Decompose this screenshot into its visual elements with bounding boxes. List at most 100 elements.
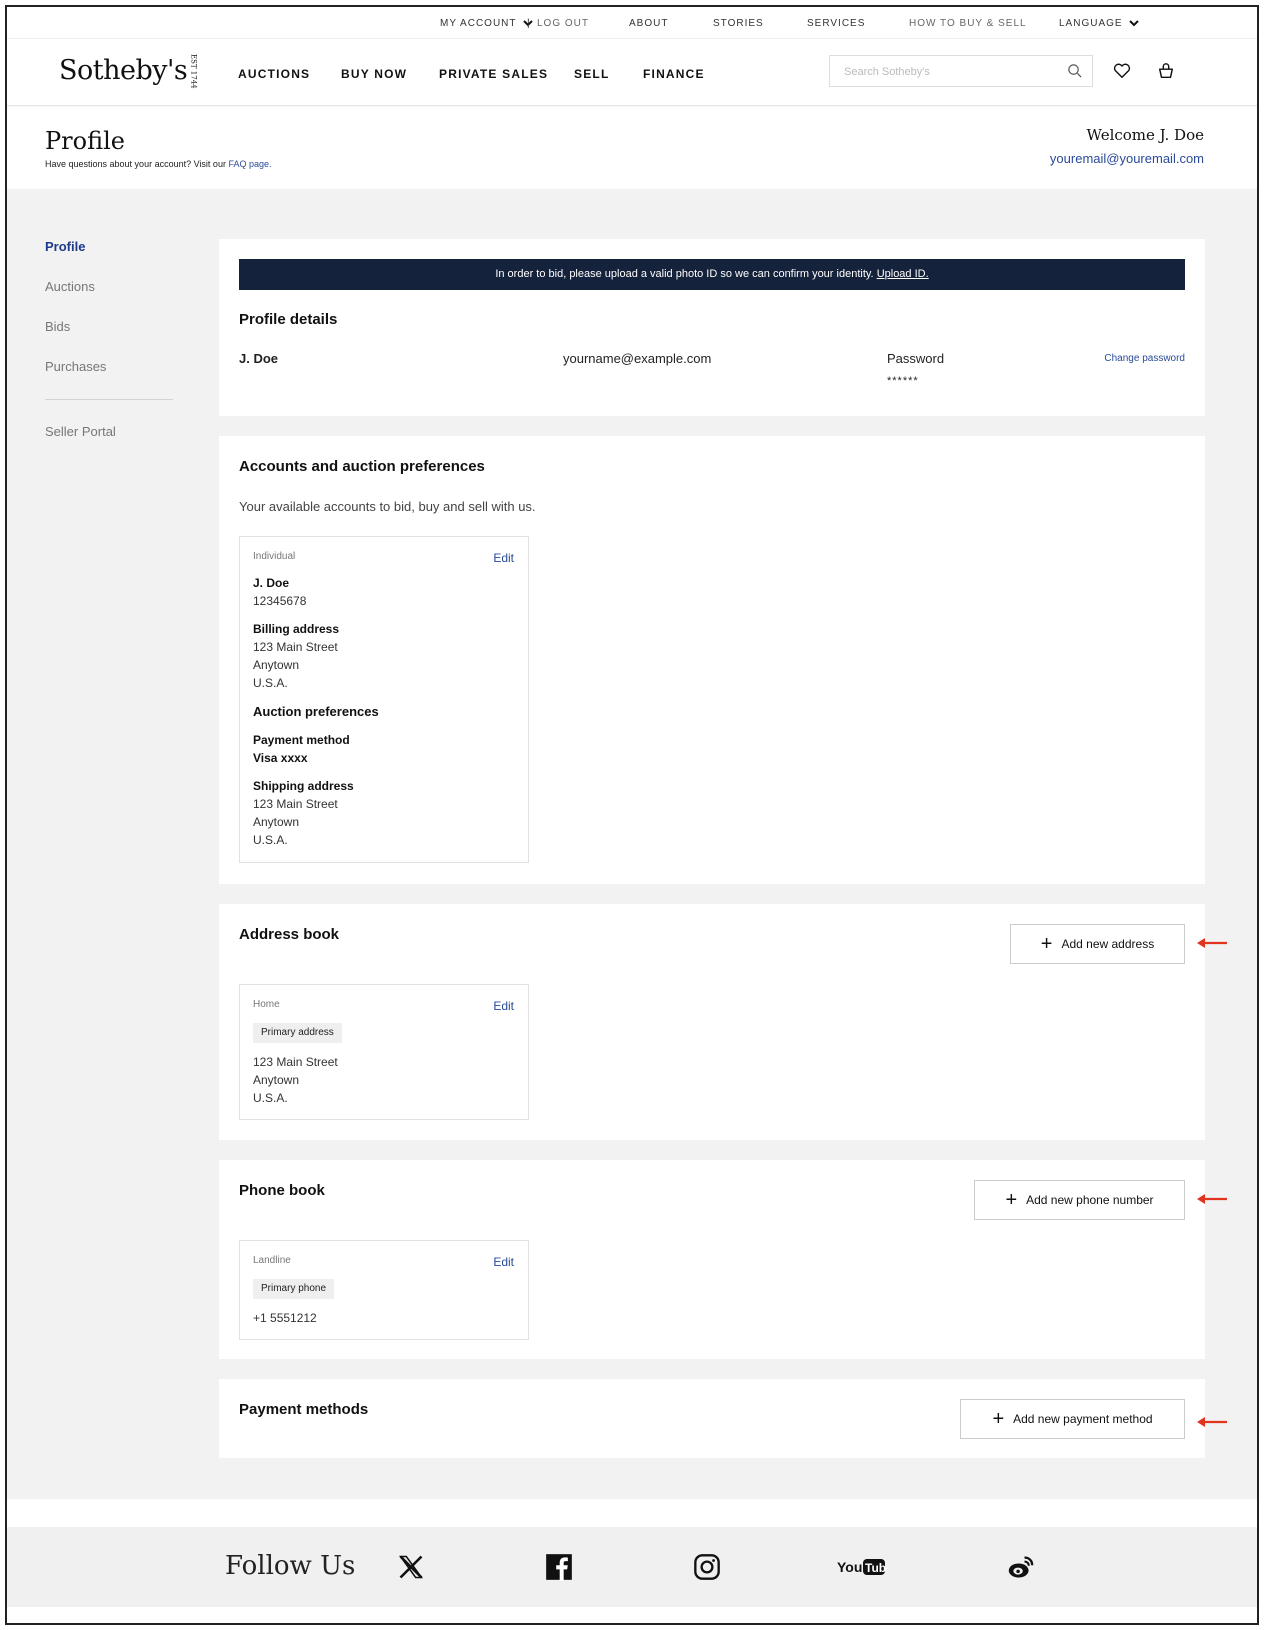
- add-address-label: Add new address: [1061, 937, 1155, 951]
- phone-type-label: Landline: [253, 1255, 291, 1266]
- password-label: Password: [887, 351, 945, 366]
- profile-header: Profile Have questions about your accoun…: [7, 107, 1257, 189]
- stories-link[interactable]: STORIES: [713, 18, 764, 29]
- about-link[interactable]: ABOUT: [629, 18, 668, 29]
- edit-address-link[interactable]: Edit: [493, 999, 514, 1013]
- billing-line-1: 123 Main Street: [253, 640, 338, 654]
- page-frame: MY ACCOUNT | LOG OUT ABOUT STORIES SERVI…: [5, 5, 1259, 1625]
- log-out-link[interactable]: LOG OUT: [537, 18, 589, 29]
- account-number: 12345678: [253, 594, 307, 608]
- weibo-icon[interactable]: [1007, 1553, 1035, 1581]
- annotation-arrow-icon: [1197, 1194, 1227, 1204]
- sidebar: Profile Auctions Bids Purchases Seller P…: [45, 239, 175, 464]
- sidebar-item-seller-portal[interactable]: Seller Portal: [45, 424, 175, 464]
- x-icon[interactable]: [397, 1553, 425, 1581]
- accounts-card: Accounts and auction preferences Your av…: [219, 436, 1205, 884]
- services-link[interactable]: SERVICES: [807, 18, 865, 29]
- sidebar-item-auctions[interactable]: Auctions: [45, 279, 175, 319]
- change-password-link[interactable]: Change password: [1104, 353, 1185, 364]
- facebook-icon[interactable]: [545, 1553, 573, 1581]
- nav-auctions[interactable]: AUCTIONS: [238, 67, 310, 81]
- edit-phone-link[interactable]: Edit: [493, 1255, 514, 1269]
- youtube-icon[interactable]: YouTube: [837, 1553, 887, 1581]
- welcome-text: Welcome J. Doe: [1086, 126, 1205, 144]
- footer: Follow Us YouTube: [7, 1527, 1257, 1607]
- edit-account-link[interactable]: Edit: [493, 551, 514, 565]
- payment-methods-heading: Payment methods: [239, 1401, 369, 1418]
- faq-link[interactable]: FAQ page.: [228, 159, 271, 169]
- account-email-link[interactable]: youremail@youremail.com: [1050, 151, 1204, 166]
- sothebys-logo[interactable]: Sotheby's EST 1744: [59, 54, 197, 89]
- add-phone-label: Add new phone number: [1026, 1193, 1154, 1207]
- sidebar-item-profile[interactable]: Profile: [45, 239, 175, 279]
- add-new-address-button[interactable]: + Add new address: [1010, 924, 1185, 964]
- account-name: J. Doe: [253, 576, 290, 590]
- add-payment-label: Add new payment method: [1013, 1412, 1153, 1426]
- profile-name: J. Doe: [239, 351, 279, 366]
- address-book-heading: Address book: [239, 926, 340, 943]
- shipping-line-2: Anytown: [253, 815, 300, 829]
- upload-id-banner: In order to bid, please upload a valid p…: [239, 259, 1185, 290]
- payment-methods-card: Payment methods + Add new payment method: [219, 1379, 1205, 1458]
- profile-details-heading: Profile details: [239, 311, 338, 328]
- chevron-down-icon: [1129, 20, 1140, 27]
- banner-text: In order to bid, please upload a valid p…: [495, 268, 874, 280]
- billing-line-2: Anytown: [253, 658, 300, 672]
- phone-number: +1 5551212: [253, 1311, 317, 1325]
- address-line-1: 123 Main Street: [253, 1055, 338, 1069]
- page-title: Profile: [45, 127, 125, 155]
- nav-buy-now[interactable]: BUY NOW: [341, 67, 407, 81]
- billing-address-label: Billing address: [253, 622, 340, 636]
- svg-text:You: You: [837, 1559, 862, 1575]
- add-new-payment-method-button[interactable]: + Add new payment method: [960, 1399, 1185, 1439]
- individual-account-card: Individual Edit J. Doe 12345678 Billing …: [239, 536, 529, 863]
- search-input[interactable]: Search Sotheby's: [829, 55, 1093, 87]
- my-account-label: MY ACCOUNT: [440, 18, 517, 29]
- follow-us-label: Follow Us: [225, 1551, 356, 1581]
- home-address-card: Home Edit Primary address 123 Main Stree…: [239, 984, 529, 1120]
- address-line-3: U.S.A.: [253, 1091, 288, 1105]
- add-new-phone-button[interactable]: + Add new phone number: [974, 1180, 1185, 1220]
- how-to-buy-sell-link[interactable]: HOW TO BUY & SELL: [909, 18, 1027, 29]
- auction-preferences-heading: Auction preferences: [253, 704, 379, 719]
- primary-address-badge: Primary address: [253, 1023, 342, 1043]
- annotation-arrow-icon: [1197, 1417, 1227, 1427]
- plus-icon: +: [1005, 1189, 1018, 1211]
- billing-line-3: U.S.A.: [253, 676, 288, 690]
- my-account-link[interactable]: MY ACCOUNT: [440, 18, 533, 29]
- shipping-line-3: U.S.A.: [253, 833, 288, 847]
- sidebar-item-purchases[interactable]: Purchases: [45, 359, 175, 399]
- logo-text: Sotheby's: [59, 54, 188, 86]
- landline-phone-card: Landline Edit Primary phone +1 5551212: [239, 1240, 529, 1340]
- page-subtitle: Have questions about your account? Visit…: [45, 159, 272, 169]
- plus-icon: +: [992, 1408, 1005, 1430]
- nav-finance[interactable]: FINANCE: [643, 67, 705, 81]
- address-book-card: Address book + Add new address Home Edit…: [219, 904, 1205, 1140]
- search-icon[interactable]: [1067, 63, 1082, 78]
- phone-book-heading: Phone book: [239, 1182, 325, 1199]
- payment-method-label: Payment method: [253, 733, 350, 747]
- heart-icon[interactable]: [1113, 62, 1131, 80]
- language-label: LANGUAGE: [1059, 18, 1123, 29]
- nav-private-sales[interactable]: PRIVATE SALES: [439, 67, 548, 81]
- language-selector[interactable]: LANGUAGE: [1059, 18, 1140, 29]
- search-placeholder: Search Sotheby's: [844, 66, 930, 78]
- address-type-label: Home: [253, 999, 280, 1010]
- subtitle-text: Have questions about your account? Visit…: [45, 159, 226, 169]
- password-value: ******: [887, 375, 919, 387]
- sidebar-item-bids[interactable]: Bids: [45, 319, 175, 359]
- separator: |: [527, 18, 531, 29]
- payment-method-value: Visa xxxx: [253, 751, 308, 765]
- content-area: Profile Auctions Bids Purchases Seller P…: [7, 189, 1257, 1499]
- primary-phone-badge: Primary phone: [253, 1279, 335, 1299]
- main-header: Sotheby's EST 1744 AUCTIONS BUY NOW PRIVA…: [7, 40, 1257, 106]
- shopping-bag-icon[interactable]: [1157, 62, 1175, 80]
- profile-details-card: In order to bid, please upload a valid p…: [219, 239, 1205, 416]
- instagram-icon[interactable]: [693, 1553, 721, 1581]
- phone-book-card: Phone book + Add new phone number Landli…: [219, 1160, 1205, 1359]
- annotation-arrow-icon: [1197, 938, 1227, 948]
- nav-sell[interactable]: SELL: [574, 67, 609, 81]
- upload-id-link[interactable]: Upload ID.: [877, 268, 929, 280]
- plus-icon: +: [1040, 933, 1053, 955]
- shipping-line-1: 123 Main Street: [253, 797, 338, 811]
